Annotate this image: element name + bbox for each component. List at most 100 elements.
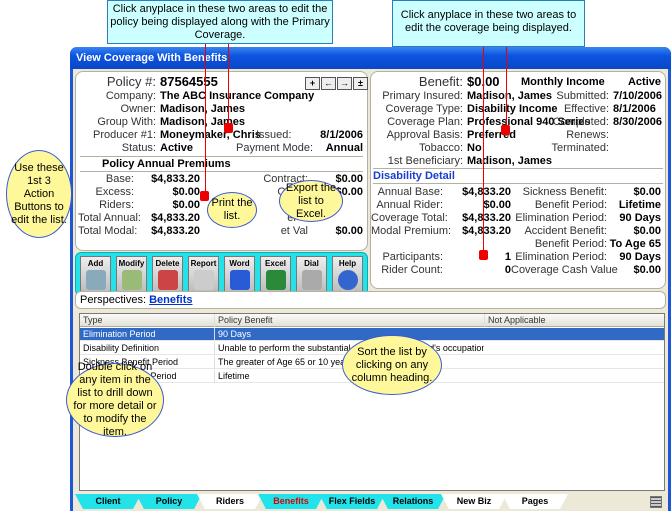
premium-value: $4,833.20 — [151, 225, 200, 237]
phone-icon — [301, 270, 322, 290]
owner-label: Owner: — [120, 103, 156, 115]
disability-value: $4,833.20 — [462, 212, 511, 224]
perspectives-bar: Perspectives: Benefits — [75, 291, 666, 309]
window-title: View Coverage With Benefits — [70, 47, 671, 69]
record-nav: + ← → ± — [305, 77, 368, 90]
resize-grip-icon[interactable] — [650, 496, 662, 508]
coverage-value: No — [467, 142, 482, 154]
table-cell: Disability Definition — [83, 343, 160, 353]
action-buttons-callout: Use these 1st 3 Action Buttons to edit t… — [6, 150, 72, 238]
coverage-panel[interactable]: Benefit: $0.00 Monthly Income Active Pri… — [370, 71, 666, 289]
issued-value: 8/1/2006 — [320, 129, 363, 141]
grid-header: Type Policy Benefit Not Applicable — [80, 314, 664, 327]
add-icon — [85, 270, 106, 290]
sort-callout: Sort the list by clicking on any column … — [342, 335, 442, 395]
add-button[interactable]: Add — [80, 256, 111, 294]
benefit-label: Benefit: — [418, 74, 463, 89]
tab-benefits[interactable]: Benefits — [258, 494, 324, 509]
coverage-label: Primary Insured: — [382, 90, 463, 102]
action-toolbar: Add Modify Delete Report Word Excel Dial Help — [75, 252, 368, 296]
disability-label: Benefit Period: — [534, 199, 607, 211]
coverage-label: Approval Basis: — [386, 129, 463, 141]
coverage-date-label: Submitted: — [556, 90, 609, 102]
coverage-date-label: Terminated: — [551, 142, 609, 154]
disability-label: Benefit Period: — [534, 238, 607, 250]
tab-new-biz[interactable]: New Biz — [441, 494, 507, 509]
coverage-area-callout: Click anyplace in these two areas to edi… — [392, 0, 585, 47]
tab-riders[interactable]: Riders — [197, 494, 263, 509]
column-header[interactable]: Not Applicable — [484, 314, 666, 327]
printer-icon — [193, 270, 214, 290]
table-cell: 90 Days — [214, 328, 484, 341]
coverage-label: Coverage Type: — [385, 103, 463, 115]
print-callout: Print the list. — [207, 192, 257, 228]
premium-label: Riders: — [99, 199, 134, 211]
excel-callout: Export the list to Excel. — [279, 180, 343, 222]
disability-label: Elimination Period: — [515, 212, 607, 224]
delete-button[interactable]: Delete — [152, 256, 183, 294]
status-value: Active — [160, 142, 194, 154]
coverage-label: Tobacco: — [418, 142, 463, 154]
premium-label: Base: — [105, 173, 134, 185]
disability-label: Coverage Total: — [371, 212, 448, 224]
policy-number-label: Policy #: — [106, 74, 156, 89]
button-label: Word — [229, 259, 250, 268]
remove-record-button[interactable]: ± — [353, 77, 368, 90]
premium-value: $4,833.20 — [151, 173, 200, 185]
word-icon — [229, 270, 250, 290]
tab-strip: Client Policy Riders Benefits Flex Fields Rel… — [73, 494, 668, 511]
column-header[interactable]: Type — [80, 314, 214, 327]
coverage-date-label: Renews: — [566, 129, 609, 141]
disability-label: Coverage Cash Value — [511, 264, 618, 276]
owner-value: Madison, James — [160, 103, 245, 115]
word-button[interactable]: Word — [224, 256, 255, 294]
excel-button[interactable]: Excel — [260, 256, 291, 294]
coverage-value: Disability Income — [467, 103, 558, 115]
button-label: Dial — [304, 259, 319, 268]
policy-area-callout: Click anyplace in these two areas to edi… — [107, 0, 333, 44]
report-button[interactable]: Report — [188, 256, 219, 294]
premium-value: $0.00 — [172, 186, 200, 198]
column-header[interactable]: Policy Benefit — [214, 314, 484, 327]
button-label: Excel — [265, 259, 286, 268]
tab-pages[interactable]: Pages — [502, 494, 568, 509]
issued-label: Issued: — [256, 129, 292, 141]
add-record-button[interactable]: + — [305, 77, 320, 90]
benefit-frequency: Monthly Income — [521, 76, 605, 88]
status-label: Status: — [121, 142, 156, 154]
coverage-status: Active — [627, 76, 661, 88]
premium-value: $4,833.20 — [151, 212, 200, 224]
disability-label: Participants: — [382, 251, 443, 263]
help-icon — [337, 270, 358, 290]
group-label: Group With: — [97, 116, 156, 128]
disability-label: Elimination Period: — [515, 251, 607, 263]
tab-policy[interactable]: Policy — [136, 494, 202, 509]
premium-value: $0.00 — [172, 199, 200, 211]
modify-icon — [121, 270, 142, 290]
delete-icon — [157, 270, 178, 290]
company-label: Company: — [105, 90, 156, 102]
disability-value: $4,833.20 — [462, 186, 511, 198]
prev-record-button[interactable]: ← — [321, 77, 336, 90]
table-cell: Elimination Period — [83, 329, 156, 339]
disability-value: 90 Days — [619, 251, 661, 263]
disability-value: $0.00 — [633, 186, 661, 198]
tab-flex-fields[interactable]: Flex Fields — [319, 494, 385, 509]
premium-label: Total Modal: — [78, 225, 138, 237]
next-record-button[interactable]: → — [337, 77, 352, 90]
tab-relations[interactable]: Relations — [380, 494, 446, 509]
disability-value: Lifetime — [618, 199, 661, 211]
coverage-value: Madison, James — [467, 90, 552, 102]
disability-value: $4,833.20 — [462, 225, 511, 237]
pointer-dot — [501, 125, 510, 135]
premiums-title: Policy Annual Premiums — [102, 158, 231, 170]
coverage-date-value: 8/30/2006 — [613, 116, 662, 128]
modify-button[interactable]: Modify — [116, 256, 147, 294]
policy-number: 87564555 — [160, 74, 218, 89]
button-label: Delete — [155, 259, 180, 268]
dial-button[interactable]: Dial — [296, 256, 327, 294]
tab-client[interactable]: Client — [75, 494, 141, 509]
perspectives-link[interactable]: Benefits — [149, 294, 192, 306]
drill-down-callout: Double click on any item in the list to … — [66, 361, 164, 438]
help-button[interactable]: Help — [332, 256, 363, 294]
